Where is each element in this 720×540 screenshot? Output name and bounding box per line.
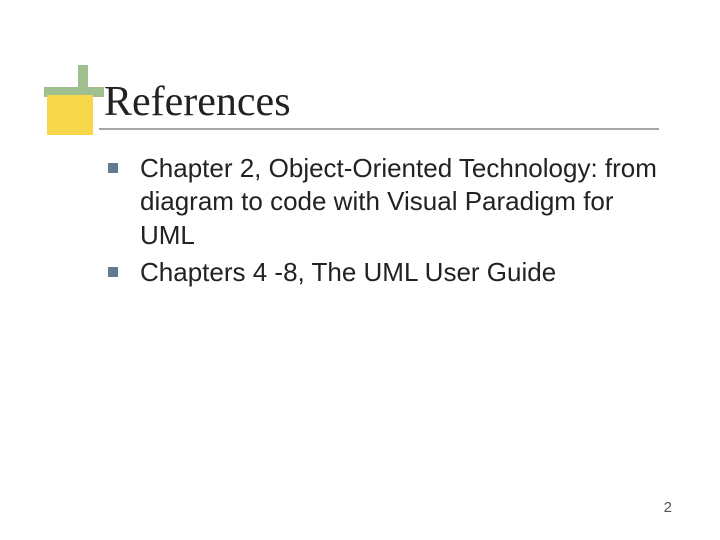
page-number: 2 <box>664 499 672 516</box>
decor-square <box>47 95 93 135</box>
square-bullet-icon <box>108 163 118 173</box>
list-item: Chapters 4 -8, The UML User Guide <box>108 256 668 289</box>
list-item: Chapter 2, Object-Oriented Technology: f… <box>108 152 668 252</box>
list-item-text: Chapter 2, Object-Oriented Technology: f… <box>140 152 668 252</box>
square-bullet-icon <box>108 267 118 277</box>
list-item-text: Chapters 4 -8, The UML User Guide <box>140 256 556 289</box>
content-area: Chapter 2, Object-Oriented Technology: f… <box>108 152 668 293</box>
title-underline <box>99 128 659 130</box>
slide-title: References <box>104 78 291 126</box>
